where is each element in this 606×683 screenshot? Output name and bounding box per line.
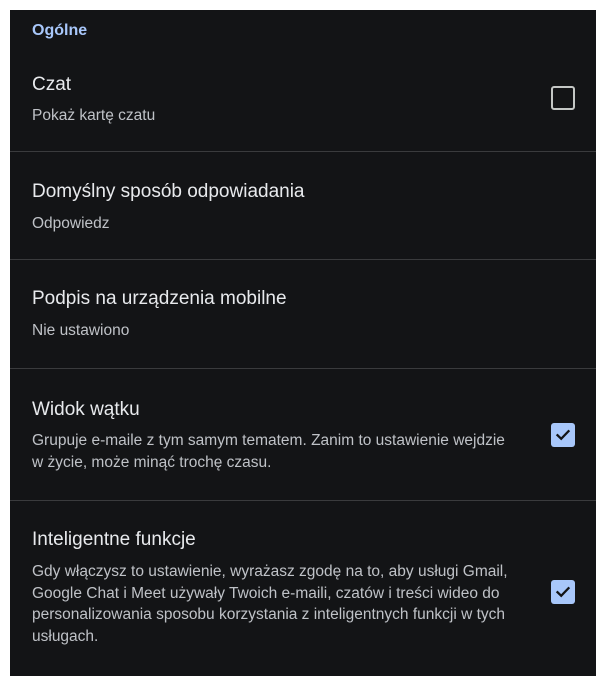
setting-title: Inteligentne funkcje: [32, 529, 196, 550]
section-header-general: Ogólne: [32, 22, 88, 39]
setting-title: Domyślny sposób odpowiadania: [32, 181, 305, 202]
setting-subtitle: Gdy włączysz to ustawienie, wyrażasz zgo…: [32, 563, 508, 645]
thread-view-checkbox[interactable]: [551, 423, 575, 447]
chat-checkbox[interactable]: [551, 86, 575, 110]
checkmark-icon: [555, 429, 571, 441]
setting-row-smart-features[interactable]: Inteligentne funkcje Gdy włączysz to ust…: [10, 501, 596, 676]
setting-subtitle: Odpowiedz: [32, 215, 110, 232]
setting-subtitle: Pokaż kartę czatu: [32, 107, 156, 124]
setting-title: Czat: [32, 74, 72, 95]
settings-screen: Ogólne Czat Pokaż kartę czatu Domyślny s…: [10, 10, 596, 676]
setting-row-chat[interactable]: Czat Pokaż kartę czatu: [10, 52, 596, 152]
setting-title: Widok wątku: [32, 399, 140, 420]
setting-title: Podpis na urządzenia mobilne: [32, 288, 287, 309]
checkmark-icon: [555, 586, 571, 598]
setting-subtitle: Grupuje e-maile z tym samym tematem. Zan…: [32, 432, 505, 471]
setting-row-default-reply[interactable]: Domyślny sposób odpowiadania Odpowiedz: [10, 152, 596, 260]
setting-row-mobile-signature[interactable]: Podpis na urządzenia mobilne Nie ustawio…: [10, 260, 596, 369]
setting-subtitle: Nie ustawiono: [32, 322, 130, 339]
setting-row-thread-view[interactable]: Widok wątku Grupuje e-maile z tym samym …: [10, 369, 596, 501]
smart-features-checkbox[interactable]: [551, 580, 575, 604]
